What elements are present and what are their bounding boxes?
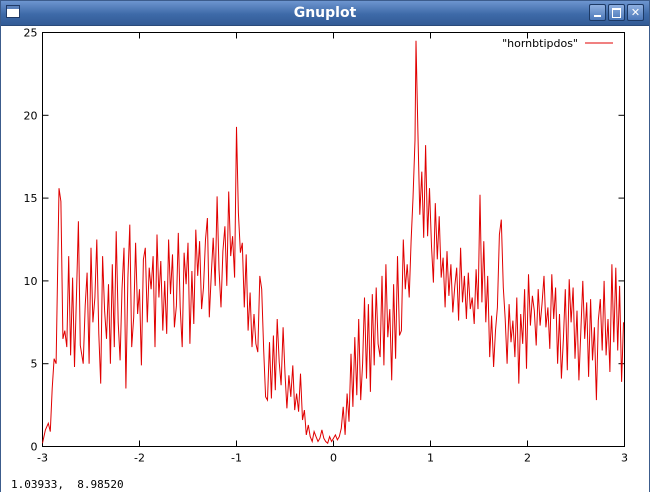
gnuplot-window: Gnuplot ✕ -3 -2 -1 0 1 2 3 0 5 10 15 20 25 "hornbtip… xyxy=(0,0,650,492)
plot-area[interactable]: -3 -2 -1 0 1 2 3 0 5 10 15 20 25 "hornbtipdos" xyxy=(1,26,649,477)
y-tick-label: 0 xyxy=(31,441,38,454)
series-group xyxy=(42,40,624,445)
y-tick-label: 20 xyxy=(24,109,38,122)
y-tick-label: 5 xyxy=(31,358,38,371)
legend-label: "hornbtipdos" xyxy=(502,37,578,50)
legend: "hornbtipdos" xyxy=(502,37,613,50)
series-line xyxy=(42,40,624,445)
y-tick-label: 15 xyxy=(24,192,38,205)
x-tick-label: 2 xyxy=(524,452,531,465)
minimize-button[interactable] xyxy=(589,4,606,21)
title-bar[interactable]: Gnuplot ✕ xyxy=(1,1,649,26)
mouse-coordinates: 1.03933, 8.98520 xyxy=(11,478,124,491)
x-tick-label: 3 xyxy=(621,452,628,465)
y-tick-label: 10 xyxy=(24,275,38,288)
x-tick-label: 0 xyxy=(330,452,337,465)
axis-ticks: -3 -2 -1 0 1 2 3 0 5 10 15 20 25 xyxy=(24,27,629,465)
close-button[interactable]: ✕ xyxy=(627,4,644,21)
status-bar: 1.03933, 8.98520 xyxy=(1,477,649,492)
chart[interactable]: -3 -2 -1 0 1 2 3 0 5 10 15 20 25 "hornbtipdos" xyxy=(1,26,649,477)
x-tick-label: 1 xyxy=(427,452,434,465)
maximize-button[interactable] xyxy=(608,4,625,21)
x-tick-label: -3 xyxy=(37,452,48,465)
close-icon: ✕ xyxy=(630,6,641,19)
window-title: Gnuplot xyxy=(293,5,357,21)
y-tick-label: 25 xyxy=(24,27,38,40)
x-tick-label: -1 xyxy=(231,452,242,465)
x-tick-label: -2 xyxy=(134,452,145,465)
